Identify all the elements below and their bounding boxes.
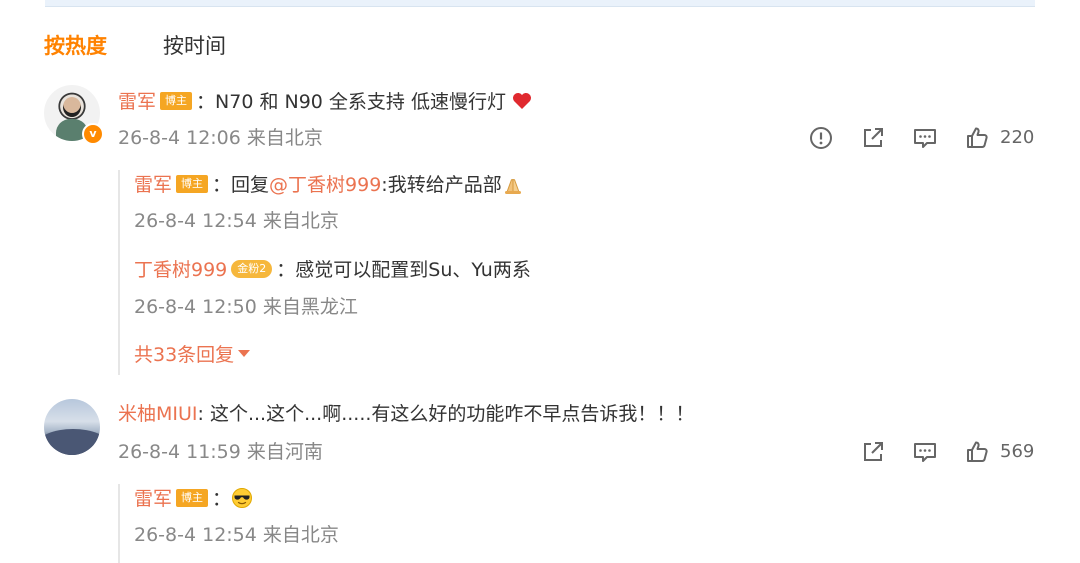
reply-list: 雷军 博主 ：回复@丁香树999:我转给产品部 26-8-4 12:54 来自北京 … — [118, 170, 1038, 375]
comment-body: 雷军 博主 ：N70 和 N90 全系支持 低速慢行灯 — [118, 89, 532, 115]
fan-badge: 金粉2 — [231, 259, 273, 278]
reply-meta: 26-8-4 12:54 来自北京 — [134, 210, 339, 232]
more-replies-link[interactable]: 共33条回复 — [134, 342, 251, 368]
comment-body: 米柚MIUI: 这个...这个...啊.....有这么好的功能咋不早点告诉我！！… — [118, 401, 694, 427]
avatar-hill — [44, 429, 100, 455]
avatar[interactable] — [44, 399, 100, 455]
more-replies-label: 共33条回复 — [134, 344, 235, 366]
comment-icon[interactable] — [912, 125, 940, 153]
author-tag: 博主 — [160, 91, 193, 110]
username-link[interactable]: 雷军 — [134, 488, 172, 510]
comment-actions: 220 — [808, 125, 1036, 155]
reply-text: ：感觉可以配置到Su、Yu两系 — [276, 259, 531, 281]
reply-meta: 26-8-4 12:50 来自黑龙江 — [134, 296, 358, 318]
reply-meta: 26-8-4 12:54 来自北京 — [134, 524, 339, 546]
avatar-head — [63, 97, 81, 117]
comment-item: 米柚MIUI: 这个...这个...啊.....有这么好的功能咋不早点告诉我！！… — [44, 399, 1036, 479]
comment-icon[interactable] — [912, 439, 940, 467]
share-icon[interactable] — [860, 125, 888, 153]
reply-prefix: ：回复 — [212, 174, 270, 196]
comment-text: ：N70 和 N90 全系支持 低速慢行灯 — [196, 91, 506, 113]
verified-badge-icon: v — [82, 123, 104, 145]
like-icon[interactable] — [964, 125, 992, 153]
like-icon[interactable] — [964, 439, 992, 467]
reply-list: 雷军 博主： 26-8-4 12:54 来自北京 — [118, 484, 1038, 563]
tab-sort-by-time[interactable]: 按时间 — [163, 30, 226, 60]
reply-body: 雷军 博主： — [134, 486, 253, 512]
like-count: 220 — [1000, 127, 1035, 148]
comment-meta: 26-8-4 12:06 来自北京 — [118, 127, 323, 149]
report-icon[interactable] — [808, 125, 836, 153]
author-tag: 博主 — [176, 488, 209, 507]
caret-down-icon — [238, 350, 251, 357]
reply-text: :我转给产品部 — [381, 174, 502, 196]
comment-text: : 这个...这个...啊.....有这么好的功能咋不早点告诉我！！！ — [197, 403, 695, 425]
comment-meta: 26-8-4 11:59 来自河南 — [118, 441, 323, 463]
top-panel-edge — [45, 0, 1035, 7]
comment-actions: 569 — [860, 439, 1036, 469]
author-tag: 博主 — [176, 174, 209, 193]
username-link[interactable]: 雷军 — [134, 174, 172, 196]
username-link[interactable]: 雷军 — [118, 91, 156, 113]
like-count: 569 — [1000, 441, 1035, 462]
reply-text: ： — [212, 488, 232, 510]
mention-link[interactable]: @丁香树999 — [269, 174, 381, 196]
username-link[interactable]: 丁香树999 — [134, 259, 227, 281]
sunglasses-face-icon — [232, 487, 253, 508]
reply-body: 雷军 博主 ：回复@丁香树999:我转给产品部 — [134, 172, 524, 198]
reply-body: 丁香树999 金粉2 ：感觉可以配置到Su、Yu两系 — [134, 257, 531, 283]
heart-icon — [512, 92, 531, 109]
folded-hands-icon — [504, 178, 521, 194]
username-link[interactable]: 米柚MIUI — [118, 403, 198, 425]
share-icon[interactable] — [860, 439, 888, 467]
tab-sort-by-hot[interactable]: 按热度 — [44, 30, 107, 60]
